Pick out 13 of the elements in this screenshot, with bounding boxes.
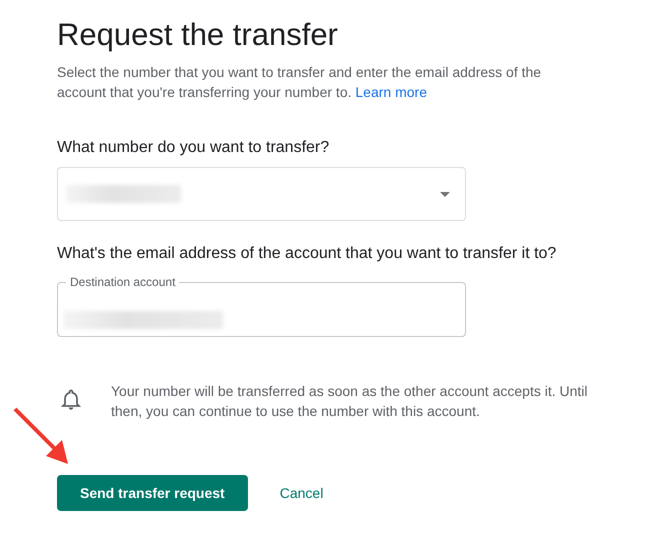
page-title: Request the transfer xyxy=(57,16,339,54)
description-text: Select the number that you want to transfer and enter the email address of the account that you're transferring your number to. Learn more xyxy=(57,63,542,102)
destination-field[interactable]: Destination account xyxy=(57,275,466,337)
question-label: What number do you want to transfer? xyxy=(57,138,330,158)
learn-more-link[interactable]: Learn more xyxy=(355,84,427,100)
question-label: What's the email address of the account that you want to transfer it to? xyxy=(57,244,558,264)
number-dropdown[interactable] xyxy=(57,167,466,221)
cancel-button[interactable]: Cancel xyxy=(272,477,332,509)
send-button[interactable]: Send transfer request xyxy=(57,475,248,511)
field-label: Destination account xyxy=(69,275,176,289)
notice-text: Your number will be transferred as soon as the other account accepts it. Until then, you can continue to use the number with this account. xyxy=(111,382,589,421)
caret-icon xyxy=(440,192,450,197)
bell-icon xyxy=(61,389,81,411)
